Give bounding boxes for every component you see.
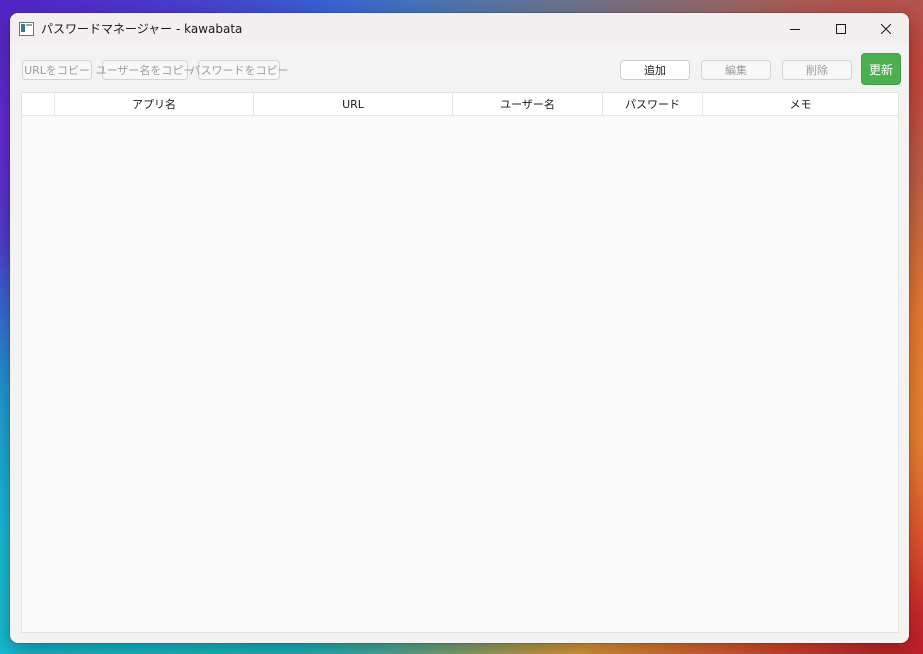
password-table[interactable]: アプリ名 URL ユーザー名 パスワード メモ bbox=[21, 92, 899, 633]
app-window-icon bbox=[19, 22, 34, 36]
minimize-icon bbox=[790, 24, 800, 34]
delete-button[interactable]: 削除 bbox=[782, 60, 852, 80]
column-header-select[interactable] bbox=[22, 93, 55, 115]
column-header-password[interactable]: パスワード bbox=[603, 93, 703, 115]
refresh-button[interactable]: 更新 bbox=[861, 53, 901, 85]
column-header-url[interactable]: URL bbox=[254, 93, 453, 115]
maximize-button[interactable] bbox=[818, 13, 864, 44]
column-header-app-name[interactable]: アプリ名 bbox=[55, 93, 254, 115]
close-button[interactable] bbox=[863, 13, 909, 44]
maximize-icon bbox=[836, 23, 846, 34]
title-bar[interactable]: パスワードマネージャー - kawabata bbox=[10, 13, 909, 44]
copy-username-button[interactable]: ユーザー名をコピー bbox=[96, 60, 194, 80]
copy-url-button[interactable]: URLをコピー bbox=[22, 60, 92, 80]
copy-password-button[interactable]: パスワードをコピー bbox=[190, 60, 289, 80]
window-title: パスワードマネージャー - kawabata bbox=[41, 22, 243, 36]
edit-button[interactable]: 編集 bbox=[701, 60, 771, 80]
column-header-username[interactable]: ユーザー名 bbox=[453, 93, 603, 115]
column-header-memo[interactable]: メモ bbox=[703, 93, 898, 115]
minimize-button[interactable] bbox=[772, 13, 818, 44]
table-header: アプリ名 URL ユーザー名 パスワード メモ bbox=[22, 93, 898, 116]
close-icon bbox=[881, 23, 891, 34]
app-window: パスワードマネージャー - kawabata URLをコピー ユーザー名をコピー… bbox=[10, 13, 909, 643]
add-button[interactable]: 追加 bbox=[620, 60, 690, 80]
toolbar: URLをコピー ユーザー名をコピー パスワードをコピー 追加 編集 削除 更新 bbox=[10, 44, 909, 92]
